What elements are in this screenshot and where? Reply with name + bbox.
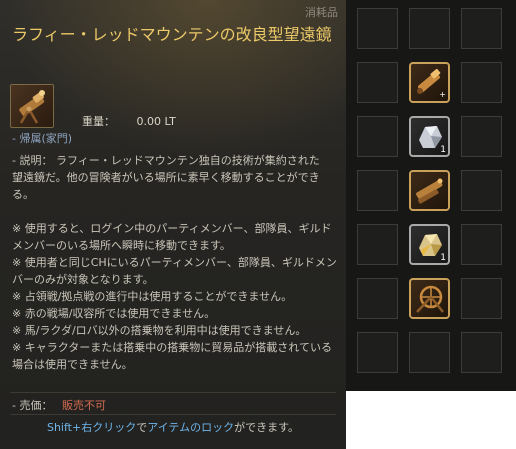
sell-price-label: - 売価： (12, 399, 53, 412)
hint-text: ができます。 (234, 421, 300, 434)
hint-text: で (136, 421, 148, 434)
usage-note: ※ 使用者と同じCHにいるパーティメンバー、部隊員、ギルドメンバーのみが対象とな… (12, 256, 337, 286)
inventory-slot[interactable] (461, 278, 502, 319)
telescope-icon (10, 84, 54, 128)
weight-value: 0.00 LT (136, 115, 176, 128)
wheel-contraption-icon (416, 285, 444, 313)
hint-key: Shift+右クリック (46, 421, 137, 434)
telescope-stand-icon (416, 178, 443, 204)
inventory-slot-wheel-contraption[interactable] (409, 278, 450, 319)
inventory-slot[interactable] (357, 8, 398, 49)
usage-note: ※ 使用すると、ログイン中のパーティメンバー、部隊員、ギルドメンバーのいる場所へ… (12, 222, 332, 252)
weight-label: 重量： (82, 115, 115, 128)
inventory-grid: + 1 1 (346, 0, 516, 391)
sell-price-value: 販売不可 (61, 399, 106, 412)
inventory-slot[interactable] (357, 224, 398, 265)
item-title: ラフィー・レッドマウンテンの改良型望遠鏡 (12, 25, 332, 44)
inventory-slot[interactable] (357, 170, 398, 211)
sell-price-row: - 売価： 販売不可 (12, 397, 106, 413)
inventory-slot[interactable] (461, 170, 502, 211)
plus-badge: + (439, 90, 446, 99)
lock-hint: Shift+右クリックでアイテムのロックができます。 (0, 419, 346, 435)
stack-count: 1 (440, 253, 446, 263)
divider (10, 414, 336, 415)
inventory-slot[interactable] (357, 278, 398, 319)
weight-row: 重量： 0.00 LT (82, 113, 176, 129)
inventory-slot[interactable] (461, 224, 502, 265)
inventory-slot[interactable] (461, 62, 502, 103)
divider (10, 392, 336, 393)
inventory-slot[interactable] (357, 62, 398, 103)
inventory-slot-silver-ore[interactable]: 1 (409, 116, 450, 157)
inventory-slot-telescope-stand[interactable] (409, 170, 450, 211)
inventory-slot[interactable] (461, 332, 502, 373)
inventory-slot-telescope[interactable]: + (409, 62, 450, 103)
inventory-slot[interactable] (409, 8, 450, 49)
usage-note: ※ 馬/ラクダ/ロバ以外の搭乗物を利用中は使用できません。 (12, 324, 307, 337)
inventory-slot[interactable] (357, 332, 398, 373)
inventory-slot[interactable] (461, 8, 502, 49)
inventory-slot-gold-ore[interactable]: 1 (409, 224, 450, 265)
bound-status: - 帰属(家門) (12, 132, 73, 145)
item-description: - 説明： ラフィー・レッドマウンテン独自の技術が集約された望遠鏡だ。他の冒険者… (12, 154, 320, 201)
inventory-slot[interactable] (357, 116, 398, 157)
usage-note: ※ キャラクターまたは搭乗中の搭乗物に貿易品が搭載されている場合は使用できません… (12, 341, 332, 371)
hint-item-lock: アイテムのロック (147, 421, 235, 434)
stack-count: 1 (440, 145, 446, 155)
item-category: 消耗品 (305, 6, 338, 19)
usage-notes: ※ 使用すると、ログイン中のパーティメンバー、部隊員、ギルドメンバーのいる場所へ… (12, 220, 342, 373)
item-tooltip: 消耗品 ラフィー・レッドマウンテンの改良型望遠鏡 重量： 0.00 LT - 帰… (0, 0, 346, 449)
usage-note: ※ 赤の戦場/収容所では使用できません。 (12, 307, 216, 320)
usage-note: ※ 占領戦/拠点戦の進行中は使用することができません。 (12, 290, 293, 303)
inventory-slot[interactable] (461, 116, 502, 157)
inventory-slot[interactable] (409, 332, 450, 373)
